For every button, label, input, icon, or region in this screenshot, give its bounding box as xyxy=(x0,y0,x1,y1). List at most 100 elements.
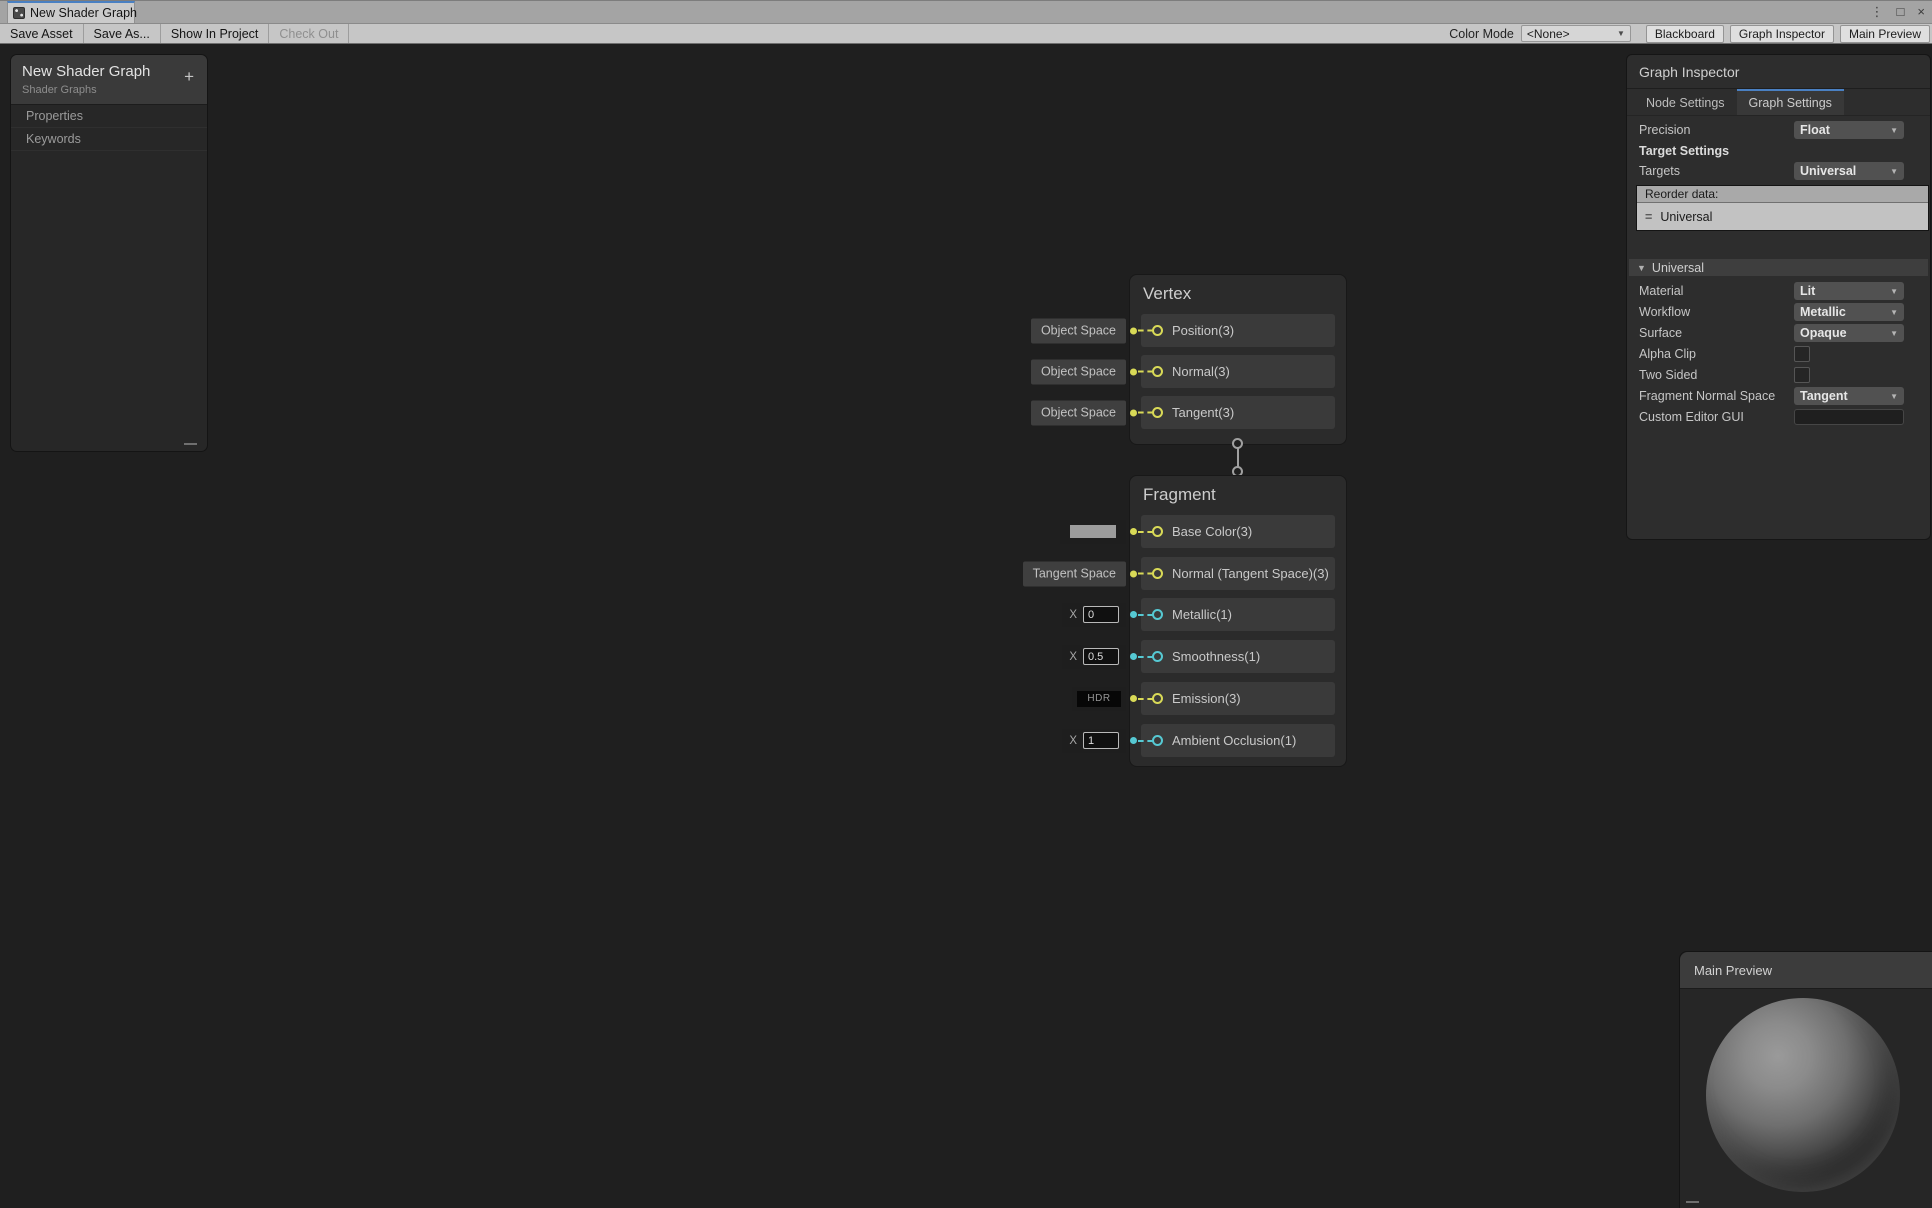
target-settings-heading: Target Settings xyxy=(1627,142,1930,159)
fragment-node[interactable]: Fragment Base Color(3) Tangent Space xyxy=(1129,475,1347,767)
alpha-clip-checkbox[interactable] xyxy=(1794,346,1810,362)
targets-row: Targets Universal ▼ xyxy=(1627,161,1930,181)
color-mode-label: Color Mode xyxy=(1449,27,1514,41)
graph-canvas[interactable]: New Shader Graph Shader Graphs + Propert… xyxy=(0,44,1932,1208)
reorder-list: Reorder data: = Universal xyxy=(1636,185,1929,231)
connector-dot-icon xyxy=(1130,528,1137,535)
reorder-list-item[interactable]: = Universal xyxy=(1637,203,1928,230)
normal-ts-port-icon[interactable] xyxy=(1152,568,1163,579)
connector-dash-icon xyxy=(1138,656,1153,658)
main-preview-panel: Main Preview xyxy=(1679,951,1932,1208)
fragment-node-title: Fragment xyxy=(1143,485,1216,505)
connector-dot-icon xyxy=(1130,695,1137,702)
targets-dropdown[interactable]: Universal ▼ xyxy=(1794,162,1904,180)
tab-node-settings[interactable]: Node Settings xyxy=(1634,89,1737,115)
custom-editor-gui-field[interactable] xyxy=(1794,409,1904,425)
connector-dash-icon xyxy=(1138,330,1153,332)
fragment-normal-space-dropdown[interactable]: Tangent ▼ xyxy=(1794,387,1904,405)
ao-input-widget: X 1 xyxy=(1062,729,1126,753)
inspector-tabs: Node Settings Graph Settings xyxy=(1627,89,1930,116)
drag-handle-icon[interactable]: = xyxy=(1645,210,1652,224)
fragment-normal-space-value: Tangent xyxy=(1800,389,1848,403)
tab-graph-settings[interactable]: Graph Settings xyxy=(1737,89,1844,115)
precision-dropdown[interactable]: Float ▼ xyxy=(1794,121,1904,139)
x-component-label: X xyxy=(1069,735,1077,747)
metallic-value-field[interactable]: 0 xyxy=(1083,606,1119,623)
workflow-value: Metallic xyxy=(1800,305,1846,319)
blackboard-section-keywords: Keywords xyxy=(11,128,207,151)
emission-port-icon[interactable] xyxy=(1152,693,1163,704)
save-as-button[interactable]: Save As... xyxy=(84,24,161,43)
two-sided-label: Two Sided xyxy=(1639,368,1794,382)
surface-label: Surface xyxy=(1639,326,1794,340)
normal-ts-input-connector: Tangent Space xyxy=(1023,561,1153,586)
window-menu-icon[interactable]: ⋮ xyxy=(1871,5,1884,18)
resize-handle[interactable] xyxy=(1686,1201,1699,1203)
graph-inspector-toggle-button[interactable]: Graph Inspector xyxy=(1730,25,1834,43)
surface-row: Surface Opaque ▼ xyxy=(1627,323,1930,343)
metallic-input-connector: X 0 xyxy=(1062,603,1153,627)
toolbar-left-group: Save Asset Save As... Show In Project Ch… xyxy=(0,24,349,43)
row-normal: Object Space Normal(3) xyxy=(1141,355,1335,388)
smoothness-value-field[interactable]: 0.5 xyxy=(1083,648,1119,665)
smoothness-port-icon[interactable] xyxy=(1152,651,1163,662)
ao-value-field[interactable]: 1 xyxy=(1083,732,1119,749)
material-row: Material Lit ▼ xyxy=(1627,281,1930,301)
ao-port-icon[interactable] xyxy=(1152,735,1163,746)
emission-color-picker[interactable]: HDR xyxy=(1072,687,1126,711)
blackboard-toggle-button[interactable]: Blackboard xyxy=(1646,25,1724,43)
position-input-connector: Object Space xyxy=(1031,318,1153,343)
ao-input-connector: X 1 xyxy=(1062,729,1153,753)
hdr-color-swatch: HDR xyxy=(1077,691,1121,707)
workflow-row: Workflow Metallic ▼ xyxy=(1627,302,1930,322)
emission-input-connector: HDR xyxy=(1072,687,1153,711)
connector-dot-icon xyxy=(1130,409,1137,416)
universal-foldout[interactable]: ▼ Universal xyxy=(1629,259,1928,276)
position-space-chip: Object Space xyxy=(1031,318,1126,343)
tangent-input-connector: Object Space xyxy=(1031,400,1153,425)
add-property-button[interactable]: + xyxy=(184,68,194,85)
vertex-context-port-icon[interactable] xyxy=(1232,438,1243,449)
surface-dropdown[interactable]: Opaque ▼ xyxy=(1794,324,1904,342)
save-asset-button[interactable]: Save Asset xyxy=(0,24,84,43)
two-sided-checkbox[interactable] xyxy=(1794,367,1810,383)
connector-dot-icon xyxy=(1130,737,1137,744)
check-out-button: Check Out xyxy=(269,24,349,43)
dropdown-arrow-icon: ▼ xyxy=(1890,167,1898,176)
preview-sphere[interactable] xyxy=(1706,998,1900,1192)
blackboard-subtitle: Shader Graphs xyxy=(22,84,197,96)
blackboard-panel: New Shader Graph Shader Graphs + Propert… xyxy=(10,54,208,452)
resize-handle[interactable] xyxy=(184,443,197,445)
x-component-label: X xyxy=(1069,609,1077,621)
document-tab-label: New Shader Graph xyxy=(30,6,137,20)
window-restore-icon[interactable]: □ xyxy=(1897,5,1905,18)
base-color-input-connector xyxy=(1060,520,1153,544)
color-mode-dropdown[interactable]: <None> ▼ xyxy=(1521,25,1631,42)
document-tab[interactable]: New Shader Graph xyxy=(7,1,135,23)
position-port-icon[interactable] xyxy=(1152,325,1163,336)
window-close-icon[interactable]: × xyxy=(1917,5,1925,18)
blackboard-header: New Shader Graph Shader Graphs + xyxy=(11,55,207,105)
base-color-picker[interactable] xyxy=(1060,520,1126,544)
dropdown-arrow-icon: ▼ xyxy=(1890,329,1898,338)
normal-port-icon[interactable] xyxy=(1152,366,1163,377)
toolbar: Save Asset Save As... Show In Project Ch… xyxy=(0,24,1932,44)
metallic-input-widget: X 0 xyxy=(1062,603,1126,627)
graph-inspector-panel: Graph Inspector Node Settings Graph Sett… xyxy=(1626,54,1931,540)
material-dropdown[interactable]: Lit ▼ xyxy=(1794,282,1904,300)
tangent-space-chip: Object Space xyxy=(1031,400,1126,425)
connector-dash-icon xyxy=(1138,531,1153,533)
show-in-project-button[interactable]: Show In Project xyxy=(161,24,270,43)
workflow-dropdown[interactable]: Metallic ▼ xyxy=(1794,303,1904,321)
connector-dash-icon xyxy=(1138,412,1153,414)
base-color-port-icon[interactable] xyxy=(1152,526,1163,537)
fragment-normal-space-row: Fragment Normal Space Tangent ▼ xyxy=(1627,386,1930,406)
metallic-port-icon[interactable] xyxy=(1152,609,1163,620)
custom-editor-gui-label: Custom Editor GUI xyxy=(1639,410,1794,424)
alpha-clip-row: Alpha Clip xyxy=(1627,344,1930,364)
tangent-port-icon[interactable] xyxy=(1152,407,1163,418)
main-preview-toggle-button[interactable]: Main Preview xyxy=(1840,25,1930,43)
reorder-list-header: Reorder data: xyxy=(1637,186,1928,203)
normal-ts-space-chip: Tangent Space xyxy=(1023,561,1126,586)
vertex-node[interactable]: Vertex Object Space Position(3) Object S… xyxy=(1129,274,1347,445)
